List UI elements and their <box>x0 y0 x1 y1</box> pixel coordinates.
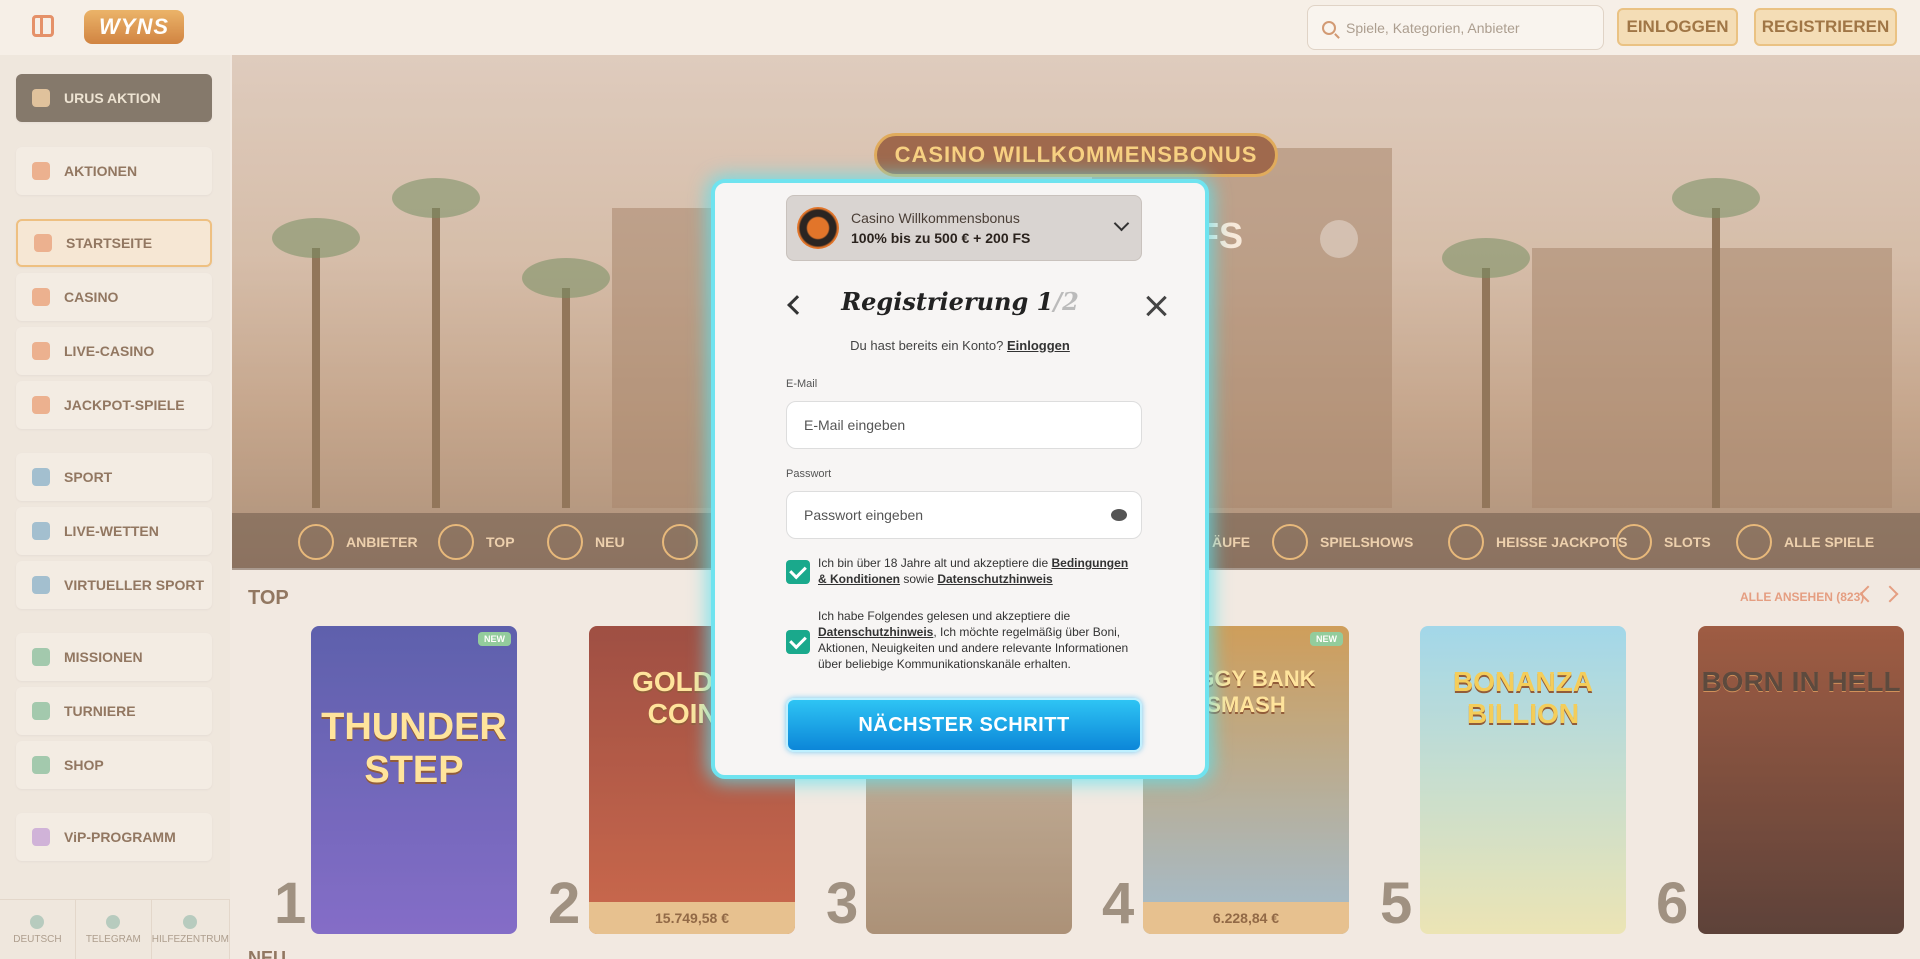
privacy-link[interactable]: Datenschutzhinweis <box>818 625 933 639</box>
modal-title: Registrierung 1/2 <box>715 287 1205 316</box>
age-terms-text: Ich bin über 18 Jahre alt und akzeptiere… <box>818 555 1138 587</box>
login-link[interactable]: Einloggen <box>1007 338 1070 353</box>
password-field[interactable]: Passwort eingeben <box>786 491 1142 539</box>
bonus-value: 100% bis zu 500 € + 200 FS <box>851 230 1031 246</box>
bonus-selector[interactable]: Casino Willkommensbonus 100% bis zu 500 … <box>786 195 1142 261</box>
age-terms-checkbox[interactable] <box>786 560 810 584</box>
marketing-consent-checkbox[interactable] <box>786 630 810 654</box>
bonus-label: Casino Willkommensbonus <box>851 210 1020 226</box>
step-total: /2 <box>1053 287 1079 316</box>
casino-chip-icon <box>797 207 839 249</box>
email-label: E-Mail <box>786 378 818 390</box>
email-field[interactable]: E-Mail eingeben <box>786 401 1142 449</box>
modal-title-text: Registrierung 1 <box>841 287 1054 316</box>
close-icon[interactable] <box>1145 295 1167 317</box>
next-step-button[interactable]: NÄCHSTER SCHRITT <box>786 698 1142 752</box>
have-account-text: Du hast bereits ein Konto? Einloggen <box>715 338 1205 353</box>
marketing-consent-text: Ich habe Folgendes gelesen und akzeptier… <box>818 608 1138 672</box>
consent-text: Ich habe Folgendes gelesen und akzeptier… <box>818 609 1071 623</box>
terms-text: sowie <box>899 572 938 586</box>
privacy-link[interactable]: Datenschutzhinweis <box>937 572 1052 586</box>
registration-modal: Casino Willkommensbonus 100% bis zu 500 … <box>711 179 1209 779</box>
chevron-down-icon[interactable] <box>1113 215 1130 232</box>
password-placeholder: Passwort eingeben <box>804 507 924 523</box>
terms-text: Ich bin über 18 Jahre alt und akzeptiere… <box>818 556 1052 570</box>
have-account-label: Du hast bereits ein Konto? <box>850 338 1004 353</box>
password-label: Passwort <box>786 468 832 480</box>
eye-icon[interactable] <box>1111 509 1127 521</box>
